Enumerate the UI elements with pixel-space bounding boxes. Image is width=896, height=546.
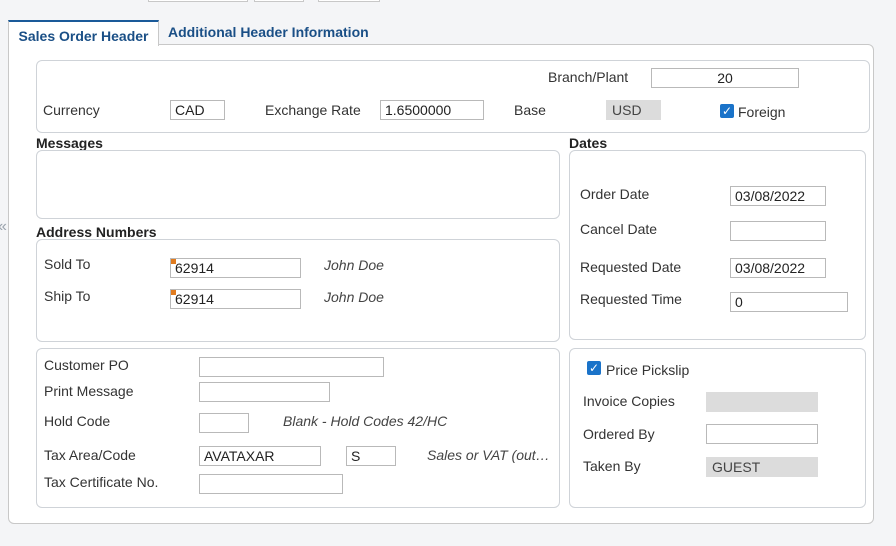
hold-code-hint: Blank - Hold Codes 42/HC [283,413,448,429]
order-date-label: Order Date [580,186,650,202]
tab-label: Sales Order Header [18,28,149,44]
currency-label: Currency [43,102,100,118]
tab-sales-order-header[interactable]: Sales Order Header [8,20,159,46]
required-marker [171,259,176,264]
sold-to-label: Sold To [44,256,91,272]
top-control-stub [148,0,248,2]
check-icon: ✓ [721,104,733,118]
tax-area-code-label: Tax Area/Code [44,447,136,463]
ship-to-input[interactable] [170,289,301,309]
requested-time-label: Requested Time [580,291,682,307]
tax-code-input[interactable] [346,446,396,466]
requested-time-input[interactable] [730,292,848,312]
price-pickslip-checkbox[interactable]: ✓ [587,361,601,375]
tax-code-hint: Sales or VAT (out… [427,447,550,463]
customer-po-label: Customer PO [44,357,129,373]
cancel-date-label: Cancel Date [580,221,658,237]
ordered-by-label: Ordered By [583,426,655,442]
order-date-input[interactable] [730,186,826,206]
tax-area-input[interactable] [199,446,321,466]
top-control-stub [254,0,304,2]
taken-by-value: GUEST [706,457,818,477]
ship-to-label: Ship To [44,288,91,304]
requested-date-label: Requested Date [580,259,682,275]
hold-code-label: Hold Code [44,413,111,429]
ordered-by-input[interactable] [706,424,818,444]
requested-date-input[interactable] [730,258,826,278]
price-pickslip-label: Price Pickslip [606,362,690,378]
base-label: Base [514,102,546,118]
foreign-label: Foreign [738,104,786,120]
sold-to-input[interactable] [170,258,301,278]
address-numbers-heading: Address Numbers [36,224,157,240]
tax-certificate-input[interactable] [199,474,343,494]
collapse-icon[interactable]: « [0,218,7,236]
required-marker [171,290,176,295]
messages-box [36,150,560,219]
branch-plant-label: Branch/Plant [548,69,629,85]
foreign-checkbox[interactable]: ✓ [720,104,734,118]
tax-certificate-label: Tax Certificate No. [44,474,159,490]
ship-to-name: John Doe [324,289,384,305]
messages-heading: Messages [36,135,103,151]
invoice-copies-value [706,392,818,412]
invoice-copies-label: Invoice Copies [583,393,675,409]
exchange-rate-label: Exchange Rate [265,102,361,118]
taken-by-label: Taken By [583,458,641,474]
branch-plant-input[interactable] [651,68,799,88]
print-message-input[interactable] [199,382,330,402]
hold-code-input[interactable] [199,413,249,433]
top-control-stub [318,0,380,2]
dates-heading: Dates [569,135,608,151]
tab-additional-header-information[interactable]: Additional Header Information [168,24,369,40]
exchange-rate-input[interactable] [380,100,484,120]
check-icon: ✓ [588,361,600,375]
customer-po-input[interactable] [199,357,384,377]
sold-to-name: John Doe [324,257,384,273]
cancel-date-input[interactable] [730,221,826,241]
print-message-label: Print Message [44,383,134,399]
base-currency-value: USD [606,100,661,120]
tab-label: Additional Header Information [168,24,369,40]
currency-input[interactable] [170,100,225,120]
